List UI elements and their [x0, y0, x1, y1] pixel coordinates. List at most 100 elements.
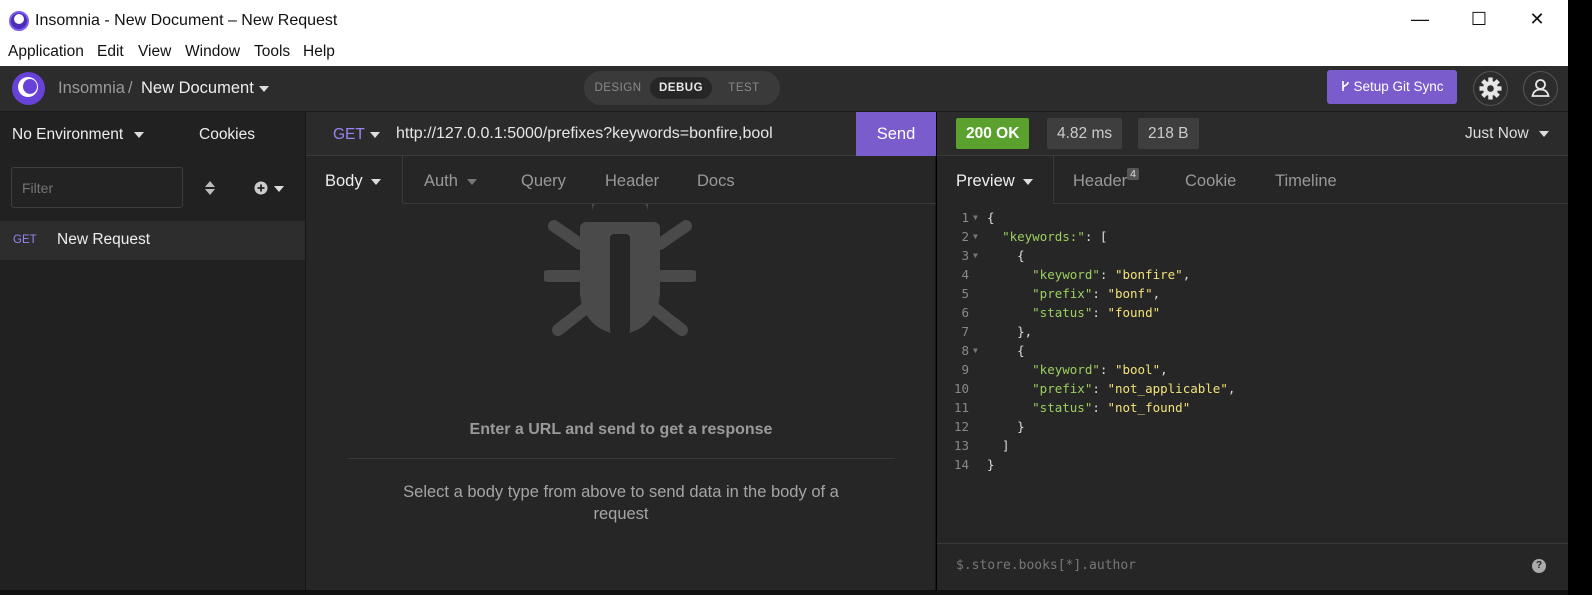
mode-switcher: DESIGN DEBUG TEST — [584, 71, 780, 105]
status-code-text: 200 OK — [966, 125, 1020, 142]
git-branch-icon — [1342, 81, 1350, 91]
response-filter-bar: $.store.books[*].author ? — [937, 543, 1568, 590]
code-line: 3 ▼ { — [961, 248, 1025, 263]
settings-button[interactable] — [1473, 71, 1508, 106]
sort-icon[interactable] — [204, 180, 216, 196]
send-button[interactable]: Send — [856, 112, 936, 156]
request-tabs: Body Auth Query Header Docs — [306, 156, 936, 204]
menu-edit[interactable]: Edit — [97, 43, 124, 61]
request-pane: GET http://127.0.0.1:5000/prefixes?keywo… — [306, 112, 936, 590]
menu-help[interactable]: Help — [303, 43, 335, 61]
account-button[interactable] — [1523, 71, 1558, 106]
menu-application[interactable]: Application — [8, 43, 84, 61]
tab-response-header[interactable]: Header 4 — [1073, 168, 1139, 191]
sidebar: No Environment Cookies GET New Request — [0, 112, 306, 590]
code-line: 13 ] — [953, 438, 1010, 453]
http-method-selector[interactable]: GET — [333, 126, 365, 144]
tab-body[interactable]: Body — [325, 172, 382, 191]
mode-test[interactable]: TEST — [720, 77, 768, 99]
mode-design[interactable]: DESIGN — [592, 77, 644, 99]
document-dropdown-chevron-down-icon[interactable] — [259, 86, 269, 92]
minimize-icon: — — [1411, 9, 1429, 29]
request-method-badge: GET — [13, 234, 37, 246]
code-line: 11 "status": "not_found" — [953, 400, 1191, 415]
tab-body-label: Body — [325, 172, 363, 190]
tab-timeline[interactable]: Timeline — [1275, 172, 1337, 191]
insomnia-app-icon — [9, 11, 29, 31]
git-sync-label: Setup Git Sync — [1353, 79, 1444, 94]
response-status-bar: 200 OK 4.82 ms 218 B Just Now — [937, 112, 1568, 156]
menu-bar: Application Edit View Window Tools Help — [0, 42, 1568, 66]
close-window-button[interactable]: ✕ — [1522, 9, 1552, 33]
breadcrumb-separator: / — [128, 79, 133, 97]
menu-tools[interactable]: Tools — [254, 43, 290, 61]
close-icon: ✕ — [1529, 9, 1545, 29]
code-line: 6 "status": "found" — [961, 305, 1161, 320]
tab-preview[interactable]: Preview — [956, 172, 1034, 191]
code-line: 1 ▼{ — [961, 210, 995, 225]
divider — [348, 458, 895, 459]
tab-cookie[interactable]: Cookie — [1185, 172, 1236, 191]
auth-chevron-down-icon — [466, 178, 477, 185]
json-preview: 1 ▼{ 2 ▼ "keywords:": [ 3 ▼ { 4 "keyword": … — [937, 208, 1568, 474]
tab-docs[interactable]: Docs — [697, 172, 735, 191]
code-line: 14} — [953, 457, 995, 472]
maximize-icon: ☐ — [1470, 9, 1488, 29]
plus-circle-icon — [254, 181, 268, 195]
mode-debug[interactable]: DEBUG — [650, 77, 712, 99]
body-chevron-down-icon — [371, 178, 382, 185]
code-line: 7 }, — [961, 324, 1033, 339]
request-name: New Request — [57, 231, 151, 248]
window-title: Insomnia - New Document – New Request — [35, 12, 338, 29]
menu-window[interactable]: Window — [185, 43, 240, 61]
code-line: 5 "prefix": "bonf", — [961, 286, 1161, 301]
history-chevron-down-icon — [1539, 130, 1550, 137]
environment-label: No Environment — [12, 126, 124, 143]
menu-view[interactable]: View — [138, 43, 171, 61]
tab-auth[interactable]: Auth — [424, 172, 477, 191]
response-pane: 200 OK 4.82 ms 218 B Just Now Preview He… — [937, 112, 1568, 590]
code-line: 2 ▼ "keywords:": [ — [961, 229, 1108, 244]
tab-auth-label: Auth — [424, 172, 458, 190]
code-line: 9 "keyword": "bool", — [961, 362, 1168, 377]
tab-response-header-label: Header — [1073, 172, 1128, 190]
add-chevron-down-icon — [273, 186, 284, 193]
sidebar-filter-input[interactable] — [11, 167, 183, 208]
method-chevron-down-icon[interactable] — [370, 132, 380, 138]
add-request-button[interactable] — [254, 180, 286, 196]
response-size-badge: 218 B — [1138, 118, 1199, 149]
minimize-button[interactable]: — — [1405, 9, 1435, 33]
insomnia-logo[interactable] — [12, 72, 45, 105]
response-tabs: Preview Header 4 Cookie Timeline — [937, 156, 1568, 204]
empty-state-body: Select a body type from above to send da… — [403, 483, 839, 523]
user-icon — [1531, 79, 1550, 97]
empty-state-title: Enter a URL and send to get a response — [469, 421, 773, 438]
bottom-strip — [0, 590, 1568, 595]
tab-query[interactable]: Query — [521, 172, 566, 191]
status-code-badge: 200 OK — [956, 118, 1030, 149]
url-input[interactable]: http://127.0.0.1:5000/prefixes?keywords=… — [396, 125, 773, 143]
window-titlebar: Insomnia - New Document – New Request — … — [0, 0, 1568, 42]
help-icon[interactable]: ? — [1532, 559, 1546, 573]
response-history-dropdown[interactable]: Just Now — [1465, 125, 1550, 143]
breadcrumb-workspace[interactable]: Insomnia — [58, 79, 125, 98]
response-filter-input[interactable]: $.store.books[*].author — [956, 558, 1136, 573]
environment-selector[interactable]: No Environment — [12, 126, 145, 144]
response-time-badge: 4.82 ms — [1047, 118, 1123, 149]
maximize-button[interactable]: ☐ — [1464, 9, 1494, 33]
code-line: 10 "prefix": "not_applicable", — [953, 381, 1236, 396]
code-line: 8 ▼ { — [961, 343, 1025, 358]
sidebar-item-new-request[interactable]: GET New Request — [0, 221, 305, 260]
breadcrumb-document[interactable]: New Document — [141, 79, 254, 98]
preview-chevron-down-icon — [1023, 178, 1034, 185]
app-header: Insomnia / New Document DESIGN DEBUG TES… — [0, 66, 1568, 112]
code-line: 4 "keyword": "bonfire", — [961, 267, 1191, 282]
header-count-badge: 4 — [1127, 168, 1139, 180]
cookies-button[interactable]: Cookies — [199, 126, 255, 144]
tab-header[interactable]: Header — [605, 172, 659, 191]
setup-git-sync-button[interactable]: Setup Git Sync — [1327, 70, 1457, 104]
url-bar: GET http://127.0.0.1:5000/prefixes?keywo… — [306, 112, 936, 156]
environment-chevron-down-icon — [134, 131, 145, 138]
bug-icon — [544, 204, 696, 336]
tab-preview-label: Preview — [956, 172, 1015, 190]
